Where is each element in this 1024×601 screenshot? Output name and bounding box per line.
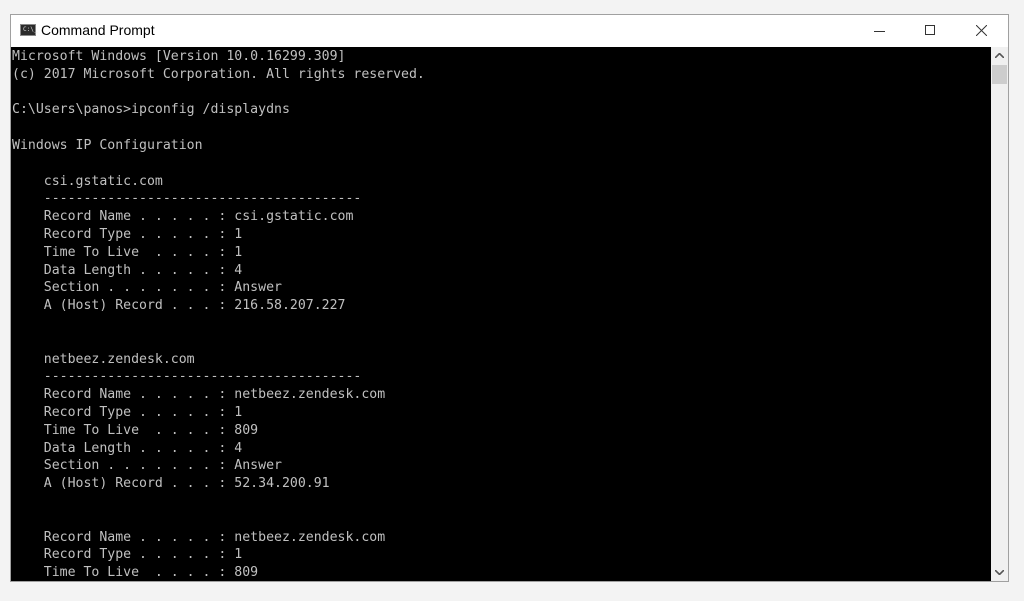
title-bar[interactable]: C:\_ Command Prompt	[11, 15, 1008, 47]
console-line: Data Length . . . . . : 4	[12, 262, 243, 278]
console-line: Record Name . . . . . : netbeez.zendesk.…	[12, 529, 386, 545]
close-button[interactable]	[959, 15, 1005, 47]
console-line: Record Name . . . . . : netbeez.zendesk.…	[12, 387, 386, 403]
console-text: Microsoft Windows [Version 10.0.16299.30…	[11, 47, 991, 581]
console-line: Microsoft Windows [Version 10.0.16299.30…	[12, 49, 346, 64]
console-line: ----------------------------------------	[12, 369, 362, 385]
maximize-icon	[925, 25, 935, 35]
console-line: csi.gstatic.com	[12, 173, 163, 189]
console-line: Record Type . . . . . : 1	[12, 404, 243, 420]
cmd-icon-text: C:\_	[23, 26, 38, 33]
window-title: Command Prompt	[41, 22, 155, 38]
console-line: Windows IP Configuration	[12, 137, 203, 153]
console-line: (c) 2017 Microsoft Corporation. All righ…	[12, 66, 425, 82]
minimize-icon	[874, 31, 885, 32]
console-line: Time To Live . . . . : 809	[12, 565, 259, 581]
console-line: Record Type . . . . . : 1	[12, 547, 243, 563]
console-line: A (Host) Record . . . : 52.34.200.91	[12, 476, 330, 492]
console-line: Record Type . . . . . : 1	[12, 226, 243, 242]
scrollbar-thumb[interactable]	[992, 65, 1007, 84]
console-line: Section . . . . . . . : Answer	[12, 458, 282, 474]
console-line: C:\Users\panos>ipconfig /displaydns	[12, 102, 290, 118]
console-line: Section . . . . . . . : Answer	[12, 280, 282, 296]
console-line: ----------------------------------------	[12, 191, 362, 207]
minimize-button[interactable]	[857, 15, 903, 47]
chevron-up-icon	[995, 53, 1004, 58]
console-line: Time To Live . . . . : 809	[12, 422, 259, 438]
console-line: Record Name . . . . . : csi.gstatic.com	[12, 209, 354, 225]
console-line: netbeez.zendesk.com	[12, 351, 195, 367]
console-line: Data Length . . . . . : 4	[12, 440, 243, 456]
chevron-down-icon	[995, 570, 1004, 575]
console-output[interactable]: Microsoft Windows [Version 10.0.16299.30…	[11, 47, 991, 581]
console-line: Time To Live . . . . : 1	[12, 244, 243, 260]
cmd-icon: C:\_	[20, 24, 38, 36]
scroll-down-button[interactable]	[991, 564, 1008, 581]
scroll-up-button[interactable]	[991, 47, 1008, 64]
maximize-button[interactable]	[908, 15, 954, 47]
console-line: A (Host) Record . . . : 216.58.207.227	[12, 298, 346, 314]
vertical-scrollbar[interactable]	[991, 47, 1008, 581]
close-icon	[976, 25, 987, 36]
command-prompt-window: C:\_ Command Prompt Microsoft Windows [V…	[10, 14, 1009, 582]
